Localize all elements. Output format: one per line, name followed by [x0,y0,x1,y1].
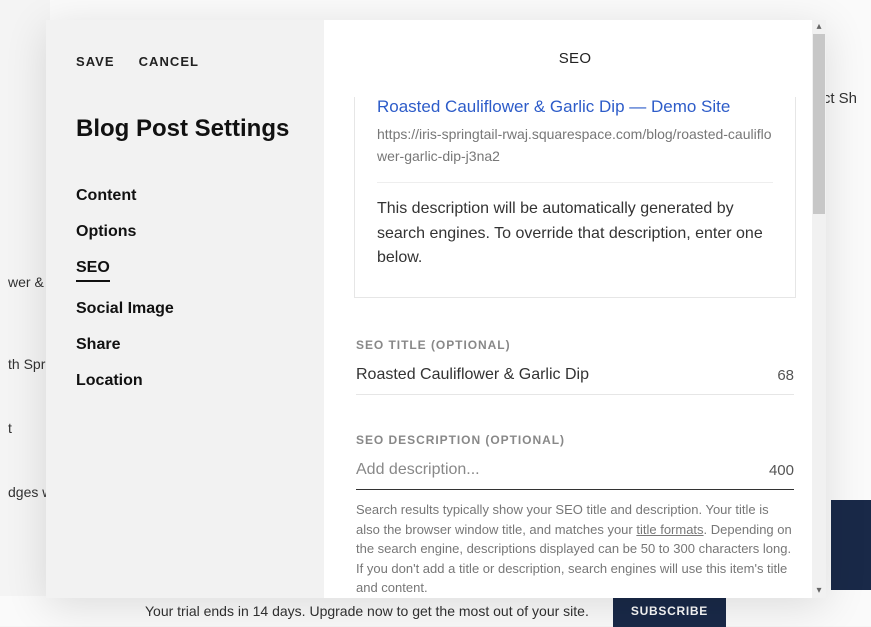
seo-description-field: SEO DESCRIPTION (OPTIONAL) 400 Search re… [356,433,794,598]
seo-title-input[interactable] [356,366,765,384]
seo-panel: SEO Roasted Cauliflower & Garlic Dip — D… [324,20,826,598]
scroll-up-icon[interactable]: ▴ [813,21,825,33]
seo-title-row: 68 [356,366,794,395]
panel-title: SEO [344,44,806,67]
tab-options[interactable]: Options [76,223,136,241]
preview-title: Roasted Cauliflower & Garlic Dip — Demo … [377,97,773,117]
modal-sidebar: SAVE CANCEL Blog Post Settings Content O… [46,20,324,598]
modal-scrollbar[interactable]: ▴ ▾ [812,20,826,598]
seo-title-field: SEO TITLE (OPTIONAL) 68 [356,338,794,395]
search-preview-card: Roasted Cauliflower & Garlic Dip — Demo … [354,97,796,298]
blog-post-settings-modal: SAVE CANCEL Blog Post Settings Content O… [46,20,826,598]
seo-description-label: SEO DESCRIPTION (OPTIONAL) [356,433,794,447]
tab-social-image[interactable]: Social Image [76,300,174,318]
seo-description-row: 400 [356,461,794,490]
tab-content[interactable]: Content [76,187,136,205]
seo-description-count: 400 [757,462,794,479]
seo-description-input[interactable] [356,461,757,479]
title-formats-link[interactable]: title formats [636,522,703,537]
cancel-button[interactable]: CANCEL [139,54,199,69]
tab-share[interactable]: Share [76,336,120,354]
save-button[interactable]: SAVE [76,54,115,69]
tab-location[interactable]: Location [76,372,143,390]
preview-description: This description will be automatically g… [377,197,773,271]
preview-url: https://iris-springtail-rwaj.squarespace… [377,123,773,168]
seo-title-label: SEO TITLE (OPTIONAL) [356,338,794,352]
settings-tab-list: Content Options SEO Social Image Share L… [76,187,294,390]
seo-title-count: 68 [765,367,794,384]
tab-seo[interactable]: SEO [76,259,110,282]
scroll-down-icon[interactable]: ▾ [813,585,825,597]
seo-description-help: Search results typically show your SEO t… [356,500,794,598]
modal-actions: SAVE CANCEL [76,54,294,69]
preview-divider [377,182,773,183]
scroll-thumb[interactable] [813,34,825,214]
modal-title: Blog Post Settings [76,115,294,143]
